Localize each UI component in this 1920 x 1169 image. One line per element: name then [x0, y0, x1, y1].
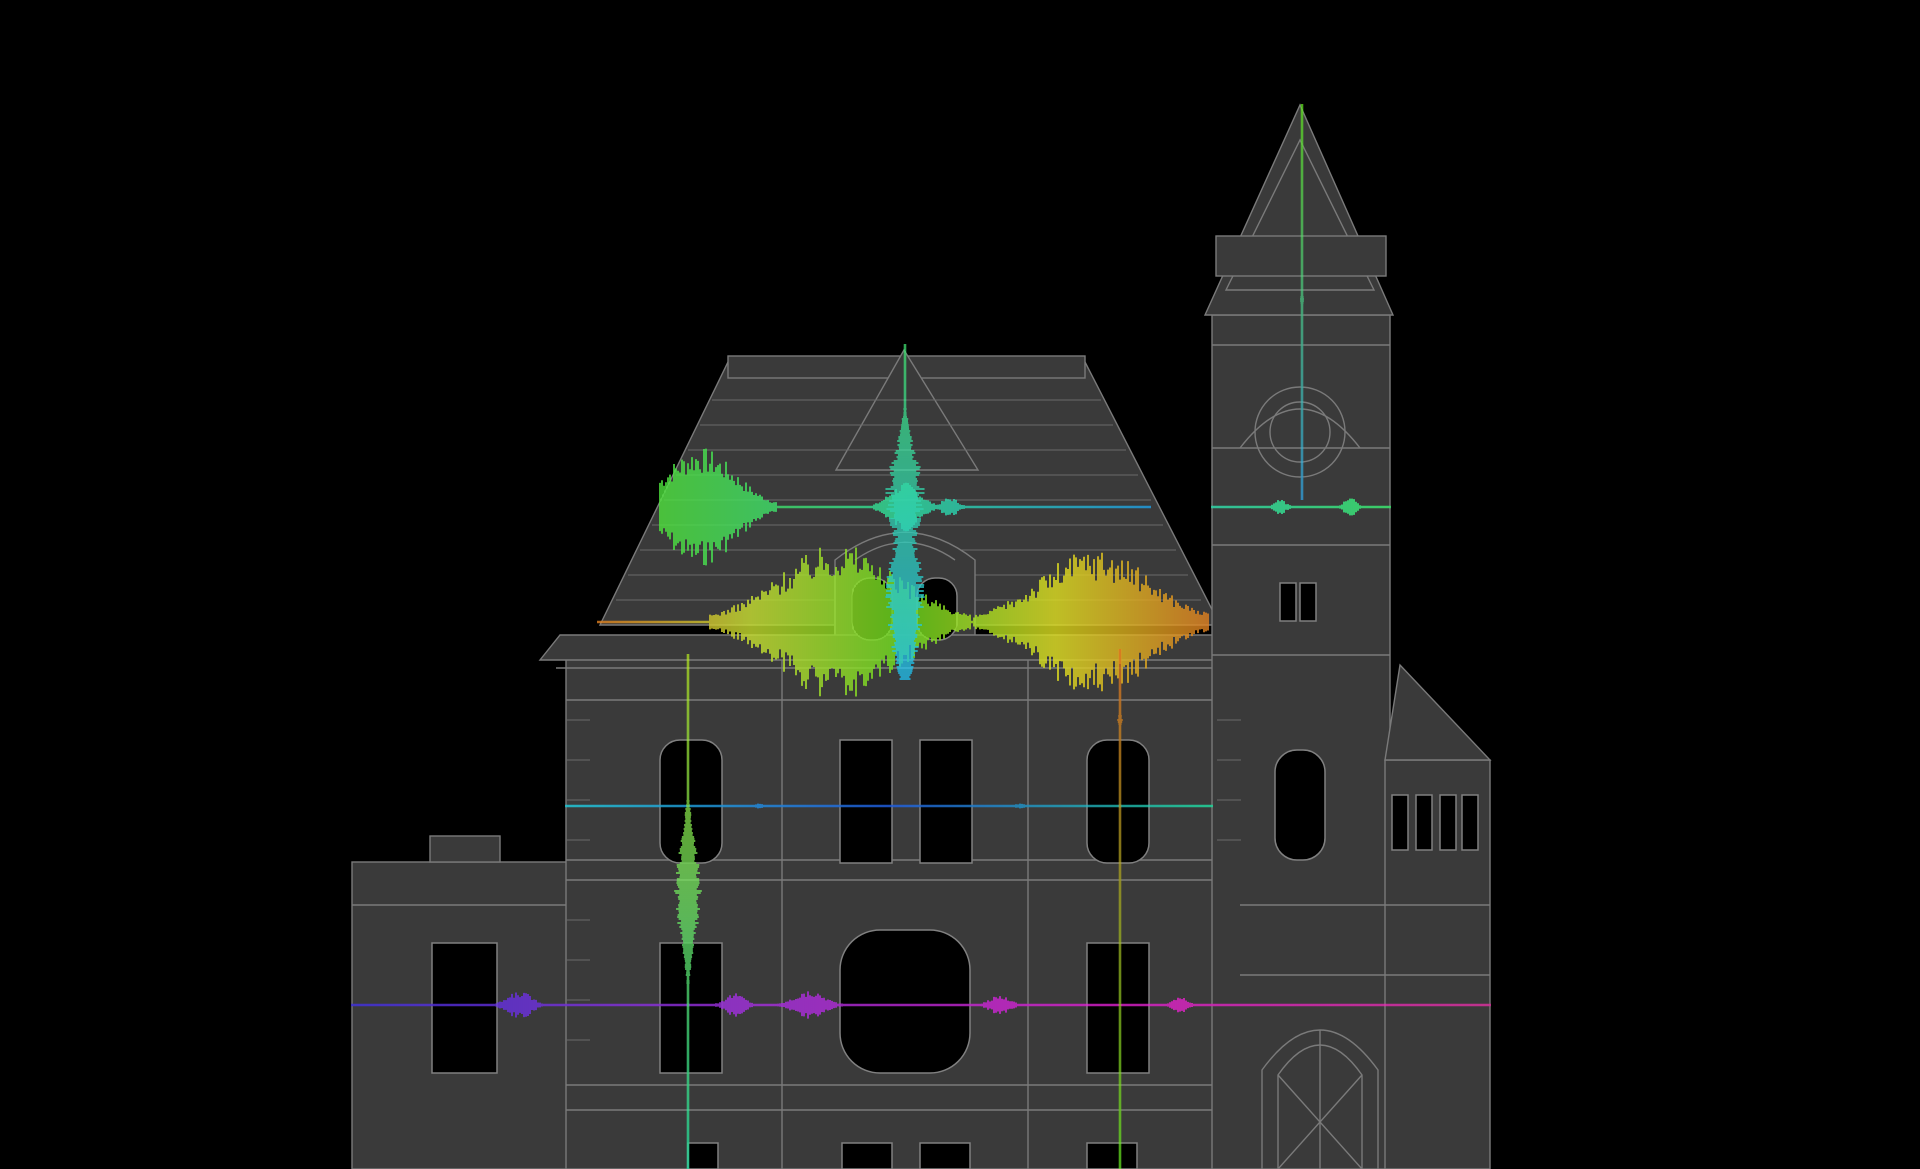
main-block — [566, 655, 1241, 1169]
building-waveform-scene — [351, 103, 1492, 1169]
